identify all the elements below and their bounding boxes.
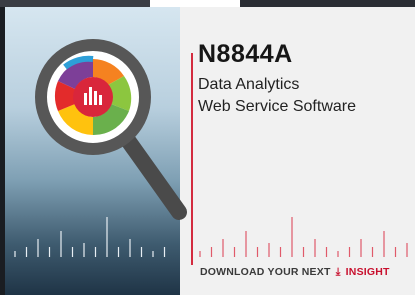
product-code-title: N8844A xyxy=(198,40,293,68)
cta-prefix: DOWNLOAD YOUR NEXT xyxy=(200,266,331,278)
download-cta[interactable]: DOWNLOAD YOUR NEXT ⤓ INSIGHT xyxy=(200,266,390,279)
top-strip xyxy=(0,0,415,7)
description-line-1: Data Analytics xyxy=(198,76,300,93)
cta-highlight: INSIGHT xyxy=(345,266,390,278)
magnifier-handle xyxy=(119,131,187,220)
download-icon: ⤓ xyxy=(335,266,341,278)
description-line-2: Web Service Software xyxy=(198,98,356,115)
accent-divider xyxy=(191,53,193,265)
product-description: Data Analytics Web Service Software xyxy=(198,74,398,118)
